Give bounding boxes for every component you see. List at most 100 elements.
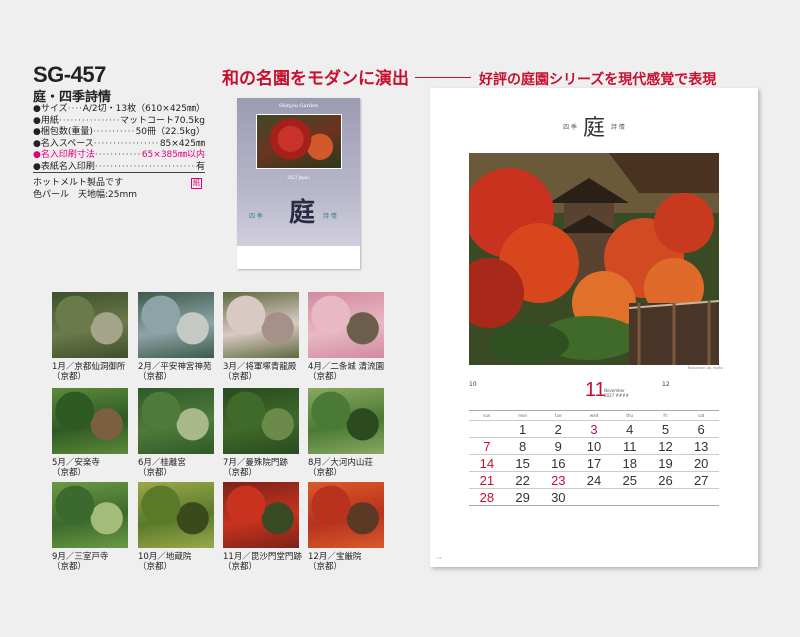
day-cell: 29 [515, 490, 530, 505]
month-thumbnail: 11月／毘沙門堂門跡 （京都） [223, 482, 302, 572]
thumbnail-photo [223, 292, 299, 358]
note-line: ホットメルト製品です [33, 178, 124, 188]
spec-value: マットコート70.5kg [120, 115, 205, 126]
weekday-label: wed [589, 413, 599, 418]
thumbnail-title: 12月／宝厳院 [308, 552, 362, 562]
day-cell: 15 [515, 456, 530, 471]
day-cell: 4 [626, 422, 634, 437]
spec-leader [68, 104, 83, 116]
day-cell: 21 [479, 473, 495, 488]
calendar-header-right: 詩 情 [611, 123, 625, 131]
spec-value: 50冊（22.5kg） [135, 127, 205, 137]
week-row: 1 2 3 4 5 6 [469, 420, 719, 437]
thumbnail-photo [52, 292, 128, 358]
mini-calendar-next: 12 [662, 381, 670, 388]
thumbnail-title: 6月／桂離宮 [138, 458, 186, 468]
month-grid: sun mon tue wed thu fri sat 1 2 3 4 5 6 7 8 9 10 11 12 13 14… [469, 410, 719, 506]
day-cell: 9 [554, 439, 562, 454]
thumbnail-place: （京都） [223, 562, 258, 572]
day-cell: 16 [551, 456, 566, 471]
day-cell: 19 [658, 456, 673, 471]
thumbnail-place: （京都） [308, 468, 343, 478]
month-thumbnail: 3月／将軍塚青龍殿 （京都） [223, 292, 299, 382]
spec-divider [33, 172, 205, 173]
day-cell: 30 [551, 490, 566, 505]
day-cell: 8 [518, 439, 527, 454]
thumbnail-photo [308, 482, 384, 548]
month-thumbnail: 10月／地蔵院 （京都） [138, 482, 214, 572]
thumbnail-title: 11月／毘沙門堂門跡 [223, 552, 302, 562]
tagline: 和の名園をモダンに演出 好評の庭園シリーズを現代感覚で表現 [222, 64, 716, 89]
day-cell: 28 [479, 490, 495, 505]
thumbnail-place: （京都） [223, 372, 258, 382]
day-cell: 13 [693, 439, 709, 454]
spec-label: ●梱包数(重量) [33, 127, 93, 137]
thumbnail-photo [308, 292, 384, 358]
tagline-main: 和の名園をモダンに演出 [222, 69, 409, 89]
day-cell: 11 [622, 439, 637, 454]
product-name: 庭・四季詩情 [33, 90, 112, 105]
weekday-label: sun [483, 413, 491, 418]
thumbnail-photo [223, 388, 299, 454]
cover-photo [256, 114, 342, 169]
thumbnail-caption: 6月／桂離宮 （京都） [138, 458, 214, 478]
photo-credit: Bishamon-do, Kyoto [688, 366, 723, 370]
day-cell: 27 [693, 473, 709, 488]
thumbnail-photo [308, 388, 384, 454]
weekday-header: sun mon tue wed thu fri sat [469, 410, 719, 420]
day-cell: 14 [479, 456, 495, 471]
spec-leader [95, 150, 142, 162]
thumbnail-title: 3月／将軍塚青龍殿 [223, 362, 297, 372]
spec-row: ●サイズ A/2切・13枚（610×425㎜） [33, 104, 205, 116]
spec-row: ●名入スペース 85×425㎜ [33, 139, 205, 151]
day-cell [648, 489, 684, 505]
cover-title: Shinjou Garden [278, 103, 319, 109]
day-cell: 17 [586, 456, 602, 471]
thumbnail-place: （京都） [138, 372, 173, 382]
day-cell [683, 489, 719, 505]
calendar-header: 四 季庭詩 情 [430, 110, 758, 142]
thumbnail-title: 7月／曼殊院門跡 [223, 458, 288, 468]
weekday-label: sat [698, 413, 705, 418]
thumbnail-photo [138, 388, 214, 454]
calendar-header-kanji: 庭 [582, 116, 605, 141]
grid-bottom-rule [469, 505, 719, 506]
weekday-label: fri [663, 413, 668, 418]
thumbnail-place: （京都） [52, 372, 87, 382]
cover-kanji: 庭 [289, 198, 316, 228]
day-cell: 3 [590, 422, 598, 437]
day-cell: 7 [483, 439, 491, 454]
spec-label: ●名入スペース [33, 138, 94, 149]
week-row: 7 8 9 10 11 12 13 [469, 437, 719, 454]
calendar-photo [469, 153, 719, 365]
thumbnail-photo [223, 482, 299, 548]
cover-right-text: 詩 情 [323, 213, 337, 220]
product-code: SG-457 [33, 62, 106, 87]
month-thumbnail: 2月／平安神宮神苑 （京都） [138, 292, 214, 382]
thumbnail-title: 8月／大河内山荘 [308, 458, 373, 468]
paper-mark-icon: 紙 [191, 178, 202, 189]
spec-value: 65×385㎜以内 [141, 150, 205, 160]
thumbnail-caption: 2月／平安神宮神苑 （京都） [138, 362, 214, 382]
note-line: 色パール 天地幅:25mm [33, 190, 138, 200]
year-label: 2027 #### [604, 393, 629, 398]
month-thumbnail: 8月／大河内山荘 （京都） [308, 388, 384, 478]
mini-calendar-prev: 10 [469, 381, 477, 388]
day-cell: 1 [518, 422, 527, 437]
day-cell [469, 421, 505, 437]
mini-month-label: 10 [469, 381, 477, 388]
tagline-dash [415, 77, 471, 78]
day-cell: 23 [551, 473, 566, 488]
thumbnail-place: （京都） [138, 562, 173, 572]
calendar-header-left: 四 季 [563, 123, 577, 131]
month-thumbnail: 4月／二条城 清流園 （京都） [308, 292, 384, 382]
tagline-sub: 好評の庭園シリーズを現代感覚で表現 [479, 72, 717, 88]
spec-row: ●用紙 マットコート70.5kg [33, 116, 205, 128]
thumbnail-caption: 9月／三室戸寺 （京都） [52, 552, 128, 572]
thumbnail-title: 2月／平安神宮神苑 [138, 362, 212, 372]
thumbnail-caption: 11月／毘沙門堂門跡 （京都） [223, 552, 302, 572]
product-notes: ホットメルト製品です 色パール 天地幅:25mm [33, 177, 137, 201]
month-thumbnail: 12月／宝厳院 （京都） [308, 482, 384, 572]
spec-row: ●梱包数(重量) 50冊（22.5kg） [33, 127, 205, 139]
thumbnail-title: 5月／安楽寺 [52, 458, 100, 468]
